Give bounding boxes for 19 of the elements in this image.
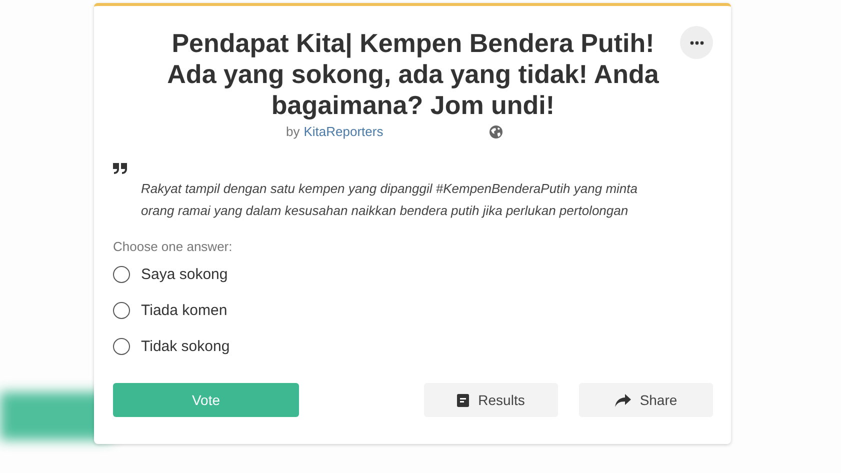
byline-label: by bbox=[286, 124, 300, 139]
results-button[interactable]: Results bbox=[424, 383, 558, 417]
quote-text: Rakyat tampil dengan satu kempen yang dipanggil #KempenBenderaPutih yang minta orang ramai yang dalam kesusahan naikkan bendera putih jika perlukan pertolongan bbox=[141, 180, 638, 220]
author-link[interactable]: KitaReporters bbox=[304, 124, 384, 139]
answer-prompt: Choose one answer: bbox=[113, 239, 234, 254]
chart-list-icon bbox=[457, 394, 470, 406]
radio-button[interactable] bbox=[113, 338, 130, 354]
option-label[interactable]: Tidak sokong bbox=[141, 338, 230, 354]
more-button[interactable] bbox=[680, 26, 713, 59]
share-button[interactable]: Share bbox=[579, 383, 713, 417]
option-label[interactable]: Tiada komen bbox=[141, 302, 228, 318]
radio-button[interactable] bbox=[113, 302, 130, 318]
share-icon bbox=[614, 394, 631, 406]
radio-button[interactable] bbox=[113, 266, 130, 282]
globe-icon bbox=[489, 124, 504, 138]
quote-icon bbox=[113, 161, 127, 172]
more-icon bbox=[690, 40, 704, 44]
option-label[interactable]: Saya sokong bbox=[141, 266, 228, 282]
poll-title: Pendapat Kita| Kempen Bendera Putih! Ada yang sokong, ada yang tidak! Anda bagaimana? Jom undi! bbox=[166, 28, 660, 121]
